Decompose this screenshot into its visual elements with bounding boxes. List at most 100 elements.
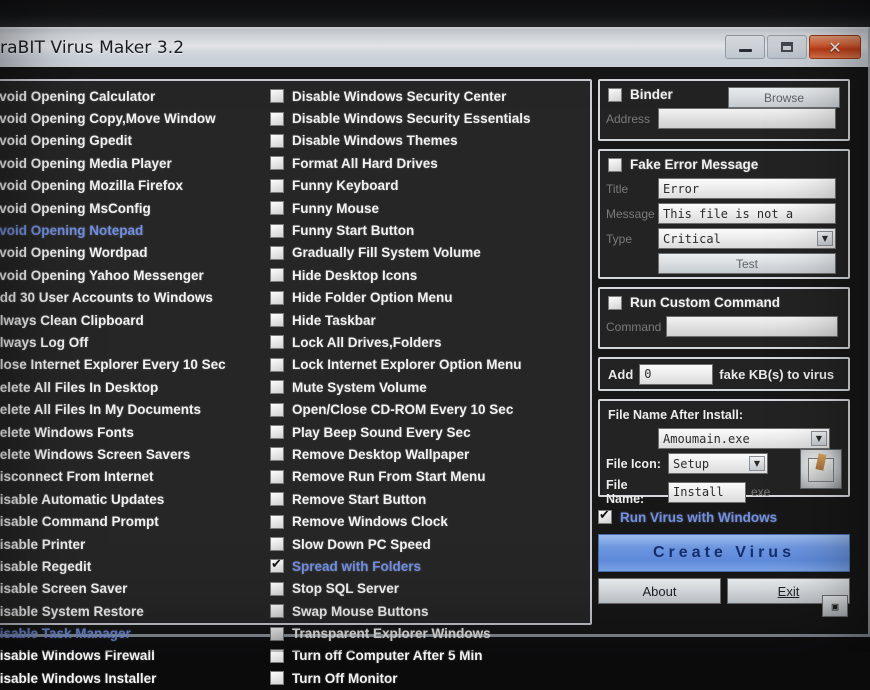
option-left-22[interactable]: Disable Screen Saver <box>0 578 268 600</box>
option-mid-19[interactable]: Remove Windows Clock <box>270 510 590 532</box>
option-left-11[interactable]: Always Log Off <box>0 331 268 353</box>
option-left-14[interactable]: Delete All Files In My Documents <box>0 398 268 420</box>
option-mid-22[interactable]: Stop SQL Server <box>270 578 590 600</box>
option-left-9[interactable]: Add 30 User Accounts to Windows <box>0 287 268 309</box>
create-virus-button[interactable]: Create Virus <box>598 534 850 572</box>
option-left-12[interactable]: Close Internet Explorer Every 10 Sec <box>0 354 268 376</box>
option-left-25[interactable]: Disable Windows Firewall <box>0 645 268 667</box>
checkbox[interactable] <box>270 447 284 462</box>
option-mid-20[interactable]: Slow Down PC Speed <box>270 533 590 555</box>
checkbox[interactable] <box>270 581 284 596</box>
option-mid-23[interactable]: Swap Mouse Buttons <box>270 600 590 622</box>
option-left-10[interactable]: Always Clean Clipboard <box>0 309 268 331</box>
title-bar[interactable]: raBIT Virus Maker 3.2 ✕ <box>0 27 870 67</box>
option-left-24[interactable]: Disable Task Manager <box>0 622 268 644</box>
option-left-13[interactable]: Delete All Files In Desktop <box>0 376 268 398</box>
custom-command-checkbox[interactable] <box>608 295 622 310</box>
option-mid-26[interactable]: Turn Off Monitor <box>270 667 590 689</box>
chevron-down-icon[interactable]: ▼ <box>817 231 833 246</box>
checkbox[interactable] <box>270 357 284 372</box>
command-input[interactable] <box>666 316 838 337</box>
binder-header[interactable]: Binder Browse <box>600 81 848 108</box>
checkbox[interactable] <box>270 335 284 350</box>
checkbox[interactable] <box>270 201 284 216</box>
option-mid-16[interactable]: Remove Desktop Wallpaper <box>270 443 590 465</box>
checkbox[interactable] <box>270 290 284 305</box>
checkbox[interactable] <box>270 671 284 686</box>
option-mid-8[interactable]: Hide Desktop Icons <box>270 264 590 286</box>
option-left-17[interactable]: Disconnect From Internet <box>0 466 268 488</box>
custom-command-header[interactable]: Run Custom Command <box>600 289 848 312</box>
option-mid-12[interactable]: Lock Internet Explorer Option Menu <box>270 354 590 376</box>
test-button[interactable]: Test <box>658 253 836 274</box>
option-left-20[interactable]: Disable Printer <box>0 533 268 555</box>
option-left-18[interactable]: Disable Automatic Updates <box>0 488 268 510</box>
error-type-select[interactable]: Critical ▼ <box>658 228 836 249</box>
file-icon-select[interactable]: Setup ▼ <box>668 453 768 474</box>
checkbox[interactable] <box>270 156 284 171</box>
chevron-down-icon[interactable]: ▼ <box>811 431 827 446</box>
error-title-input[interactable]: Error <box>658 178 836 199</box>
option-mid-9[interactable]: Hide Folder Option Menu <box>270 287 590 309</box>
checkbox[interactable] <box>270 626 284 641</box>
option-left-5[interactable]: Avoid Opening MsConfig <box>0 197 268 219</box>
close-button[interactable]: ✕ <box>809 35 861 59</box>
checkbox[interactable] <box>270 492 284 507</box>
option-mid-13[interactable]: Mute System Volume <box>270 376 590 398</box>
checkbox[interactable] <box>270 268 284 283</box>
option-mid-11[interactable]: Lock All Drives,Folders <box>270 331 590 353</box>
minimize-button[interactable] <box>725 35 765 59</box>
option-mid-1[interactable]: Disable Windows Security Essentials <box>270 107 590 129</box>
checkbox[interactable] <box>270 425 284 440</box>
run-with-windows-row[interactable]: Run Virus with Windows <box>598 505 850 529</box>
install-name-select[interactable]: Amoumain.exe ▼ <box>658 428 830 449</box>
checkbox[interactable] <box>270 245 284 260</box>
option-left-4[interactable]: Avoid Opening Mozilla Firefox <box>0 175 268 197</box>
option-mid-3[interactable]: Format All Hard Drives <box>270 152 590 174</box>
checkbox[interactable] <box>270 133 284 148</box>
option-left-26[interactable]: Disable Windows Installer <box>0 667 268 689</box>
checkbox[interactable] <box>270 89 284 104</box>
option-mid-7[interactable]: Gradually Fill System Volume <box>270 242 590 264</box>
option-mid-25[interactable]: Turn off Computer After 5 Min <box>270 645 590 667</box>
checkbox[interactable] <box>270 402 284 417</box>
option-mid-2[interactable]: Disable Windows Themes <box>270 130 590 152</box>
browse-button[interactable]: Browse <box>728 87 840 108</box>
about-button[interactable]: About <box>598 578 721 604</box>
option-left-0[interactable]: Avoid Opening Calculator <box>0 85 268 107</box>
fake-size-input[interactable]: 0 <box>639 363 714 385</box>
option-left-1[interactable]: Avoid Opening Copy,Move Window <box>0 107 268 129</box>
checkbox[interactable] <box>270 514 284 529</box>
run-with-windows-checkbox[interactable] <box>598 508 612 524</box>
chevron-down-icon[interactable]: ▼ <box>749 456 765 471</box>
option-left-7[interactable]: Avoid Opening Wordpad <box>0 242 268 264</box>
option-mid-0[interactable]: Disable Windows Security Center <box>270 85 590 107</box>
binder-checkbox[interactable] <box>608 87 622 102</box>
option-left-19[interactable]: Disable Command Prompt <box>0 510 268 532</box>
error-message-input[interactable]: This file is not a <box>658 203 836 224</box>
option-left-15[interactable]: Delete Windows Fonts <box>0 421 268 443</box>
checkbox[interactable] <box>270 178 284 193</box>
option-mid-4[interactable]: Funny Keyboard <box>270 175 590 197</box>
option-left-6[interactable]: Avoid Opening Notepad <box>0 219 268 241</box>
option-mid-10[interactable]: Hide Taskbar <box>270 309 590 331</box>
option-mid-24[interactable]: Transparent Explorer Windows <box>270 622 590 644</box>
option-mid-21[interactable]: Spread with Folders <box>270 555 590 577</box>
option-mid-5[interactable]: Funny Mouse <box>270 197 590 219</box>
fake-error-header[interactable]: Fake Error Message <box>600 151 848 174</box>
checkbox[interactable] <box>270 223 284 238</box>
maximize-button[interactable] <box>767 35 807 59</box>
option-mid-14[interactable]: Open/Close CD-ROM Every 10 Sec <box>270 398 590 420</box>
option-left-2[interactable]: Avoid Opening Gpedit <box>0 130 268 152</box>
option-left-3[interactable]: Avoid Opening Media Player <box>0 152 268 174</box>
option-left-23[interactable]: Disable System Restore <box>0 600 268 622</box>
option-mid-15[interactable]: Play Beep Sound Every Sec <box>270 421 590 443</box>
checkbox[interactable] <box>270 537 284 551</box>
checkbox[interactable] <box>270 313 284 328</box>
option-mid-6[interactable]: Funny Start Button <box>270 219 590 241</box>
option-left-21[interactable]: Disable Regedit <box>0 555 268 577</box>
checkbox[interactable] <box>270 380 284 395</box>
fake-error-checkbox[interactable] <box>608 157 622 172</box>
checkbox[interactable] <box>270 604 284 619</box>
registry-icon[interactable]: ▣ <box>822 595 848 617</box>
